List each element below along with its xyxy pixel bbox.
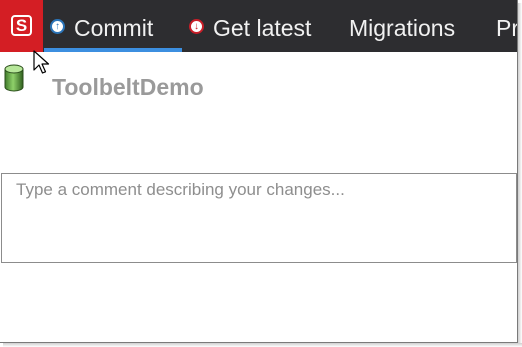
window-shadow-right xyxy=(518,3,522,347)
tab-get-latest-label: Get latest xyxy=(213,15,312,41)
app-logo-button[interactable]: S xyxy=(0,0,43,52)
download-circle-icon: ↓ xyxy=(189,19,204,34)
repo-title: ToolbeltDemo xyxy=(52,74,204,100)
active-tab-indicator xyxy=(44,48,182,52)
database-icon xyxy=(4,64,24,92)
window-shadow-bottom xyxy=(3,343,522,347)
tab-truncated-label: Pr xyxy=(496,15,518,41)
tab-migrations[interactable]: Migrations xyxy=(349,0,455,52)
tab-truncated[interactable]: Pr xyxy=(496,0,518,52)
logo-icon: S xyxy=(11,15,32,36)
commit-comment-input[interactable] xyxy=(1,173,517,263)
top-nav-bar: S ↑ Commit ↓ Get latest Migrations Pr xyxy=(0,0,518,52)
mouse-pointer-icon xyxy=(33,50,50,74)
app-window: S ↑ Commit ↓ Get latest Migrations Pr To… xyxy=(0,0,518,343)
tab-migrations-label: Migrations xyxy=(349,15,456,41)
upload-circle-icon: ↑ xyxy=(50,19,65,34)
